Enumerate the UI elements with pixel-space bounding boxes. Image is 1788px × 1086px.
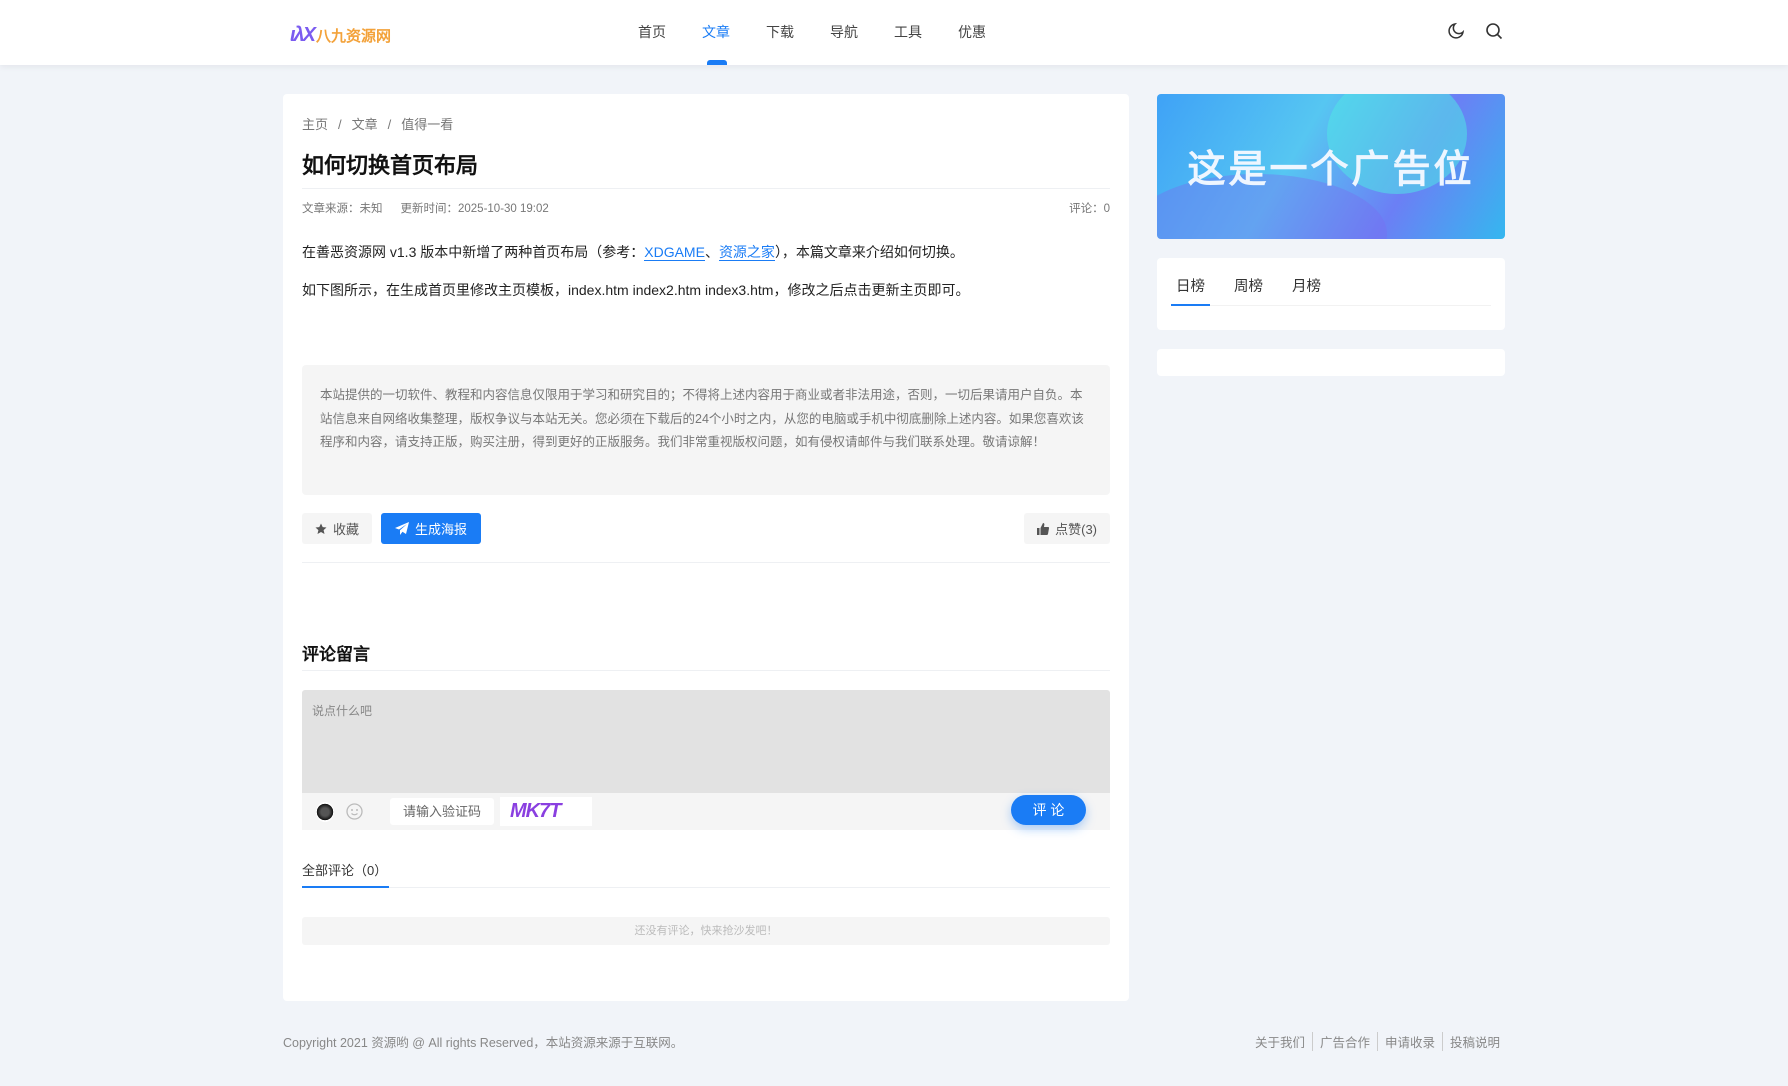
moon-icon[interactable] xyxy=(1447,22,1465,40)
user-avatar xyxy=(316,802,334,822)
divider xyxy=(302,562,1110,563)
nav-navigation[interactable]: 导航 xyxy=(812,0,876,65)
main-nav: 首页 文章 下载 导航 工具 优惠 xyxy=(620,0,1004,65)
link-ziyuanzhijia[interactable]: 资源之家 xyxy=(718,244,775,261)
emoji-icon[interactable] xyxy=(346,803,363,820)
logo-text: 八九资源网 xyxy=(316,28,392,45)
ranking-tabs-card: 日榜 周榜 月榜 xyxy=(1157,258,1505,330)
paper-plane-icon xyxy=(395,522,409,535)
article-source: 文章来源：未知 xyxy=(302,203,383,215)
nav-home[interactable]: 首页 xyxy=(620,0,684,65)
nav-download[interactable]: 下载 xyxy=(748,0,812,65)
comment-count: 评论：0 xyxy=(1069,203,1110,215)
sidebar-empty-card xyxy=(1157,349,1505,376)
favorite-button[interactable]: 收藏 xyxy=(302,513,373,544)
site-logo[interactable]: ιλΧ 八九资源网 xyxy=(290,24,391,47)
footer-copyright: Copyright 2021 资源哟 @ All rights Reserved… xyxy=(283,1036,684,1050)
like-button[interactable]: 点赞(3) xyxy=(1024,513,1110,544)
top-header: ιλΧ 八九资源网 首页 文章 下载 导航 工具 优惠 xyxy=(0,0,1788,65)
nav-tools[interactable]: 工具 xyxy=(876,0,940,65)
captcha-input[interactable]: 请输入验证码 xyxy=(390,798,494,825)
active-tab-underline xyxy=(1171,304,1210,306)
ad-text: 这是一个广告位 xyxy=(1187,149,1475,191)
disclaimer-box: 本站提供的一切软件、教程和内容信息仅限用于学习和研究目的；不得将上述内容用于商业… xyxy=(302,365,1110,495)
divider xyxy=(302,188,1110,189)
no-comments-message: 还没有评论，快来抢沙发吧！ xyxy=(302,917,1110,945)
nav-articles[interactable]: 文章 xyxy=(684,0,748,65)
comments-heading: 评论留言 xyxy=(302,645,370,664)
ad-banner[interactable]: 这是一个广告位 xyxy=(1157,94,1505,239)
article-updated: 更新时间：2025-10-30 19:02 xyxy=(400,203,549,215)
generate-poster-button[interactable]: 生成海报 xyxy=(381,513,482,544)
favorite-label: 收藏 xyxy=(333,522,360,537)
breadcrumb-home[interactable]: 主页 xyxy=(302,117,328,132)
article-card: 主页 / 文章 / 值得一看 如何切换首页布局 文章来源：未知 更新时间：2025-10-… xyxy=(283,94,1129,1001)
tab-daily[interactable]: 日榜 xyxy=(1176,275,1205,296)
submit-comment-button[interactable]: 评 论 xyxy=(1011,795,1086,825)
footer-link-about[interactable]: 关于我们 xyxy=(1248,1032,1312,1051)
divider xyxy=(302,670,1110,671)
captcha-text: MK7T xyxy=(510,800,561,822)
breadcrumb-category[interactable]: 值得一看 xyxy=(401,117,453,132)
search-icon[interactable] xyxy=(1485,22,1503,40)
article-meta: 文章来源：未知 更新时间：2025-10-30 19:02 xyxy=(302,200,549,216)
active-tab-underline xyxy=(302,886,389,888)
nav-deals[interactable]: 优惠 xyxy=(940,0,1004,65)
footer-link-ads[interactable]: 广告合作 xyxy=(1311,1032,1377,1051)
breadcrumb: 主页 / 文章 / 值得一看 xyxy=(302,117,454,132)
footer-links: 关于我们 广告合作 申请收录 投稿说明 xyxy=(1248,1032,1500,1051)
comment-textarea[interactable]: 说点什么吧 xyxy=(302,690,1110,793)
text: 在善恶资源网 v1.3 版本中新增了两种首页布局（参考： xyxy=(302,244,645,260)
breadcrumb-articles[interactable]: 文章 xyxy=(352,117,378,132)
poster-label: 生成海报 xyxy=(415,522,468,537)
comment-toolbar: 请输入验证码 MK7T 评 论 xyxy=(302,793,1110,830)
divider xyxy=(302,887,1110,888)
text: 、 xyxy=(704,244,719,260)
article-paragraph: 在善恶资源网 v1.3 版本中新增了两种首页布局（参考：XDGAME、资源之家）… xyxy=(302,242,964,262)
star-icon xyxy=(315,523,327,534)
link-xdgame[interactable]: XDGAME xyxy=(644,244,705,261)
logo-mark: ιλΧ xyxy=(290,24,316,46)
thumbs-up-icon xyxy=(1037,522,1050,535)
captcha-image[interactable]: MK7T xyxy=(500,797,592,826)
article-paragraph: 如下图所示，在生成首页里修改主页模板，index.htm index2.htm … xyxy=(302,282,970,298)
footer-link-submit-site[interactable]: 申请收录 xyxy=(1376,1032,1442,1051)
page-title: 如何切换首页布局 xyxy=(302,153,479,178)
like-label: 点赞(3) xyxy=(1055,522,1097,537)
footer-link-contribute[interactable]: 投稿说明 xyxy=(1441,1032,1500,1051)
tab-weekly[interactable]: 周榜 xyxy=(1234,275,1263,296)
tab-monthly[interactable]: 月榜 xyxy=(1292,275,1321,296)
tab-all-comments[interactable]: 全部评论（0） xyxy=(302,860,387,879)
text: ），本篇文章来介绍如何切换。 xyxy=(774,244,964,260)
